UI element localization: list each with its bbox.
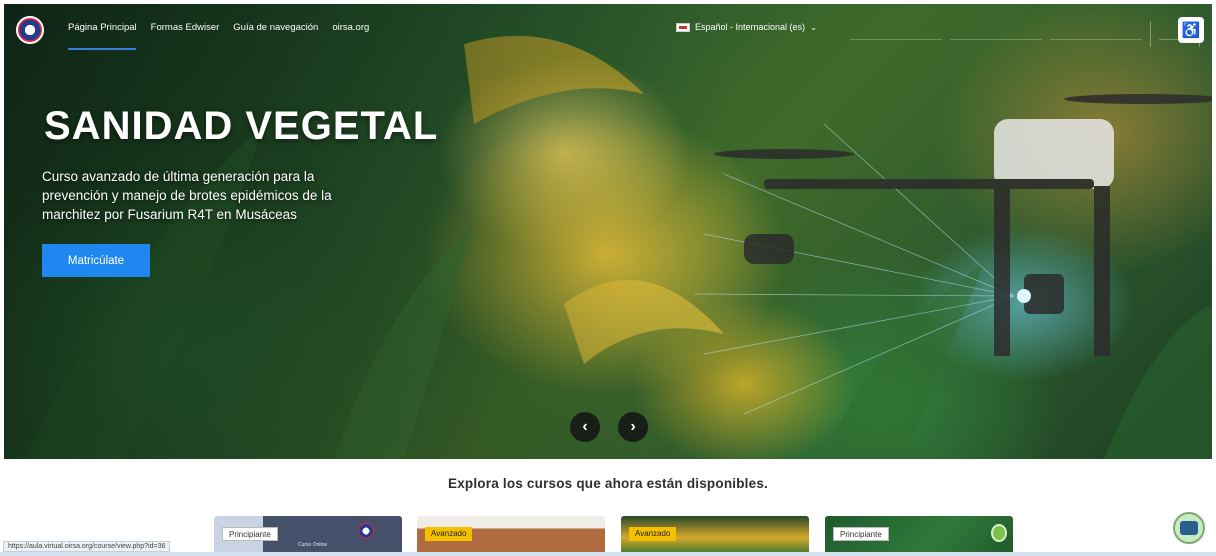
- chevron-right-icon: ›: [630, 418, 636, 435]
- chat-button[interactable]: [1173, 512, 1205, 544]
- site-logo[interactable]: [16, 16, 44, 44]
- hero-description: Curso avanzado de última generación para…: [42, 169, 332, 222]
- level-badge: Avanzado: [629, 527, 677, 541]
- nav-home[interactable]: Página Principal: [68, 22, 137, 33]
- flag-icon: [676, 22, 690, 32]
- carousel-next-button[interactable]: ›: [618, 412, 648, 442]
- status-bar-url: https://aula.virtual.oirsa.org/course/vi…: [3, 541, 171, 552]
- partner-logo: [991, 524, 1007, 542]
- nav-guide[interactable]: Guía de navegación: [233, 22, 318, 33]
- language-label: Español - Internacional (es): [695, 22, 806, 32]
- accessibility-icon: ♿: [1181, 22, 1201, 39]
- chat-icon: [1180, 521, 1198, 535]
- enroll-button[interactable]: Matricúlate: [42, 244, 150, 277]
- username-field[interactable]: [850, 28, 942, 40]
- top-navbar: Página Principal Formas Edwiser Guía de …: [4, 4, 1212, 50]
- courses-heading: Explora los cursos que ahora están dispo…: [448, 476, 768, 491]
- nav-oirsa[interactable]: oirsa.org: [332, 22, 369, 33]
- divider: [1150, 21, 1151, 47]
- nav-edwiser-forms[interactable]: Formas Edwiser: [151, 22, 220, 33]
- level-badge: Avanzado: [425, 527, 473, 541]
- language-selector[interactable]: Español - Internacional (es) ⌄: [676, 22, 817, 32]
- hero-title: SANIDAD VEGETAL: [44, 104, 439, 148]
- hero-overlay: [4, 4, 1212, 459]
- course-card[interactable]: Principiante Curso Online: [214, 516, 402, 552]
- bottom-edge: [0, 552, 1216, 556]
- carousel-prev-button[interactable]: ‹: [570, 412, 600, 442]
- level-badge: Principiante: [222, 527, 278, 541]
- card-caption: Curso Online: [298, 542, 328, 548]
- hero-banner: Página Principal Formas Edwiser Guía de …: [4, 4, 1212, 459]
- course-card[interactable]: Avanzado: [417, 516, 605, 552]
- oirsa-logo: [358, 523, 374, 539]
- chevron-left-icon: ‹: [582, 418, 588, 435]
- chevron-down-icon: ⌄: [810, 22, 817, 32]
- forgot-password-link[interactable]: [1050, 28, 1142, 40]
- level-badge: Principiante: [833, 527, 889, 541]
- login-form: [850, 21, 1200, 47]
- course-card[interactable]: Avanzado: [621, 516, 809, 552]
- password-field[interactable]: [950, 28, 1042, 40]
- accessibility-button[interactable]: ♿: [1178, 17, 1204, 43]
- course-card[interactable]: Principiante: [825, 516, 1013, 552]
- active-nav-indicator: [68, 48, 136, 50]
- main-nav: Página Principal Formas Edwiser Guía de …: [68, 22, 369, 33]
